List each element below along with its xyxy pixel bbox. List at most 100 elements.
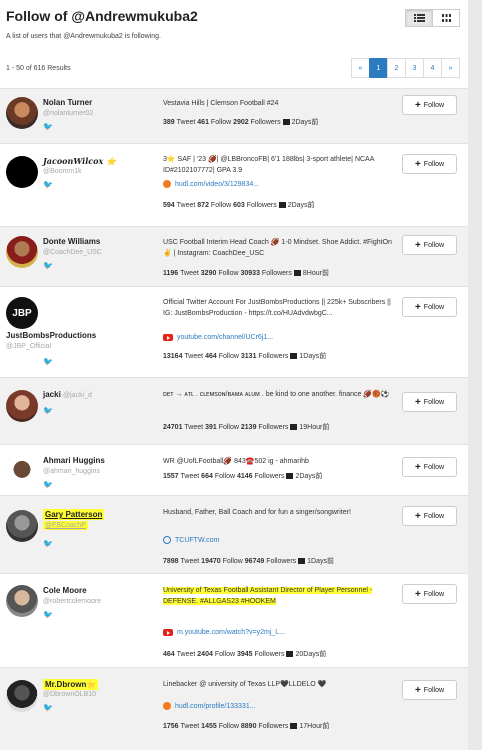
avatar[interactable] bbox=[6, 510, 38, 542]
follow-button[interactable]: + Follow bbox=[402, 297, 457, 317]
user-row: Ahmari Huggins @ahmari_huggins 🐦 WR @Uof… bbox=[0, 444, 468, 495]
comment-icon bbox=[286, 473, 294, 479]
list-view-icon bbox=[413, 14, 425, 22]
follow-button[interactable]: + Follow bbox=[402, 95, 457, 115]
user-bio: University of Texas Football Assistant D… bbox=[163, 587, 373, 605]
user-stats: 1557 Tweet 664 Follow 4146 Followers 2Day… bbox=[163, 473, 323, 480]
comment-icon bbox=[290, 723, 298, 729]
twitter-bird-icon[interactable]: 🐦 bbox=[43, 703, 53, 712]
user-stats: 13164 Tweet 464 Follow 3131 Followers 1Da… bbox=[163, 353, 327, 360]
avatar[interactable] bbox=[6, 455, 38, 487]
avatar[interactable] bbox=[6, 236, 38, 268]
scrollbar[interactable] bbox=[468, 0, 482, 750]
user-handle[interactable]: @Boomm1k bbox=[43, 168, 82, 175]
avatar[interactable] bbox=[6, 585, 38, 617]
pagination-prev[interactable]: « bbox=[351, 58, 370, 78]
plus-icon: + bbox=[414, 99, 421, 111]
user-row: Nolan Turner @nolanturner02 🐦 Vestavia H… bbox=[0, 88, 468, 143]
user-handle[interactable]: @FBCoachP bbox=[43, 521, 88, 530]
follow-button[interactable]: + Follow bbox=[402, 392, 457, 412]
user-bio: Husband, Father, Ball Coach and for fun … bbox=[163, 509, 351, 516]
follow-button[interactable]: + Follow bbox=[402, 506, 457, 526]
follow-button[interactable]: + Follow bbox=[402, 680, 457, 700]
comment-icon bbox=[290, 424, 298, 430]
pagination-page-1[interactable]: 1 bbox=[369, 58, 388, 78]
user-name[interactable]: JacoonWilcox ⭐ bbox=[43, 156, 116, 166]
youtube-icon bbox=[163, 334, 173, 341]
follow-button[interactable]: + Follow bbox=[402, 235, 457, 255]
comment-icon bbox=[282, 119, 290, 125]
avatar[interactable]: JBP bbox=[6, 297, 38, 329]
follow-button[interactable]: + Follow bbox=[402, 457, 457, 477]
jbp-logo: JBP bbox=[12, 307, 32, 319]
comment-icon bbox=[293, 270, 301, 276]
user-name[interactable]: JustBombsProductions bbox=[6, 331, 96, 340]
avatar[interactable] bbox=[6, 390, 38, 422]
user-handle[interactable]: @CoachDee_USC bbox=[43, 249, 102, 256]
user-link[interactable]: m.youtube.com/watch?v=y2mj_L... bbox=[163, 629, 285, 636]
results-count: 1 - 50 of 616 Results bbox=[6, 65, 71, 72]
page-subtitle: A list of users that @Andrewmukuba2 is f… bbox=[6, 33, 161, 40]
user-handle[interactable]: @JBP_Official bbox=[6, 343, 51, 350]
twitter-bird-icon[interactable]: 🐦 bbox=[43, 480, 53, 489]
user-row: Cole Moore @robertcolemoore 🐦 University… bbox=[0, 573, 468, 667]
pagination-page-2[interactable]: 2 bbox=[387, 58, 406, 78]
plus-icon: + bbox=[414, 461, 421, 473]
pagination-page-3[interactable]: 3 bbox=[405, 58, 424, 78]
user-link[interactable]: hudl.com/profile/133331... bbox=[163, 702, 256, 710]
twitter-bird-icon[interactable]: 🐦 bbox=[43, 261, 53, 270]
twitter-bird-icon[interactable]: 🐦 bbox=[43, 539, 53, 548]
pagination-next[interactable]: » bbox=[441, 58, 460, 78]
globe-icon bbox=[163, 536, 171, 544]
user-stats: 594 Tweet 872 Follow 603 Followers 2Days前 bbox=[163, 202, 315, 209]
avatar[interactable] bbox=[6, 97, 38, 129]
user-bio: Linebacker @ university of Texas LLP🖤LLD… bbox=[163, 681, 327, 688]
user-handle[interactable]: @robertcolemoore bbox=[43, 598, 101, 605]
user-bio: 3⭐ SAF | '23 🏈| @LBBroncoFB| 6'1 188lbs|… bbox=[163, 156, 375, 174]
user-name[interactable]: jacki @jacki_d bbox=[43, 390, 92, 399]
view-toggle bbox=[405, 9, 460, 27]
user-name[interactable]: Nolan Turner bbox=[43, 98, 92, 107]
user-name[interactable]: Donte Williams bbox=[43, 237, 100, 246]
user-link[interactable]: hudl.com/video/3/129834... bbox=[163, 180, 259, 188]
avatar[interactable] bbox=[6, 680, 38, 712]
user-name[interactable]: Cole Moore bbox=[43, 586, 87, 595]
comment-icon bbox=[290, 353, 298, 359]
twitter-bird-icon[interactable]: 🐦 bbox=[43, 406, 53, 415]
comment-icon bbox=[286, 651, 294, 657]
grid-view-button[interactable] bbox=[432, 9, 460, 27]
user-link[interactable]: youtube.com/channel/UCr6j1... bbox=[163, 334, 273, 341]
plus-icon: + bbox=[414, 396, 421, 408]
twitter-bird-icon[interactable]: 🐦 bbox=[43, 610, 53, 619]
user-stats: 7898 Tweet 19470 Follow 96749 Followers 1… bbox=[163, 558, 334, 565]
user-stats: 464 Tweet 2404 Follow 3945 Followers 20Da… bbox=[163, 651, 327, 658]
user-link[interactable]: TCUFTW.com bbox=[163, 536, 219, 544]
follow-button[interactable]: + Follow bbox=[402, 154, 457, 174]
user-bio: USC Football Interim Head Coach 🏈 1-0 Mi… bbox=[163, 239, 392, 257]
hudl-icon bbox=[163, 180, 171, 188]
user-handle[interactable]: @ahmari_huggins bbox=[43, 468, 100, 475]
plus-icon: + bbox=[414, 301, 421, 313]
user-bio: WR @UofLFootball🏈 843☎️502 ig - ahmarihb bbox=[163, 458, 309, 465]
user-name[interactable]: Gary Patterson bbox=[43, 509, 105, 520]
hudl-icon bbox=[163, 702, 171, 710]
list-view-button[interactable] bbox=[405, 9, 433, 27]
plus-icon: + bbox=[414, 588, 421, 600]
user-stats: 1196 Tweet 3290 Follow 30933 Followers 8H… bbox=[163, 270, 329, 277]
twitter-bird-icon[interactable]: 🐦 bbox=[43, 122, 53, 131]
user-bio: ᴅᴇᴛ → ᴀᴛʟ . ᴄʟᴇᴍsᴏɴ/ʙᴀᴍᴀ ᴀʟᴜᴍ . be kind … bbox=[163, 391, 390, 398]
twitter-bird-icon[interactable]: 🐦 bbox=[43, 180, 53, 189]
user-bio: Vestavia Hills | Clemson Football #24 bbox=[163, 100, 279, 107]
page-frame: Follow of @Andrewmukuba2 A list of users… bbox=[0, 0, 468, 750]
plus-icon: + bbox=[414, 510, 421, 522]
avatar[interactable] bbox=[6, 156, 38, 188]
twitter-bird-icon[interactable]: 🐦 bbox=[43, 357, 53, 366]
user-name[interactable]: Ahmari Huggins bbox=[43, 456, 105, 465]
user-name[interactable]: Mr.Dbrown⭐ bbox=[43, 679, 99, 690]
follow-button[interactable]: + Follow bbox=[402, 584, 457, 604]
user-handle[interactable]: @nolanturner02 bbox=[43, 110, 93, 117]
user-stats: 1756 Tweet 1455 Follow 8890 Followers 17H… bbox=[163, 723, 330, 730]
pagination-page-4[interactable]: 4 bbox=[423, 58, 442, 78]
user-row: Gary Patterson @FBCoachP 🐦 Husband, Fath… bbox=[0, 495, 468, 573]
user-handle[interactable]: @DbrownOLB10 bbox=[43, 691, 96, 698]
